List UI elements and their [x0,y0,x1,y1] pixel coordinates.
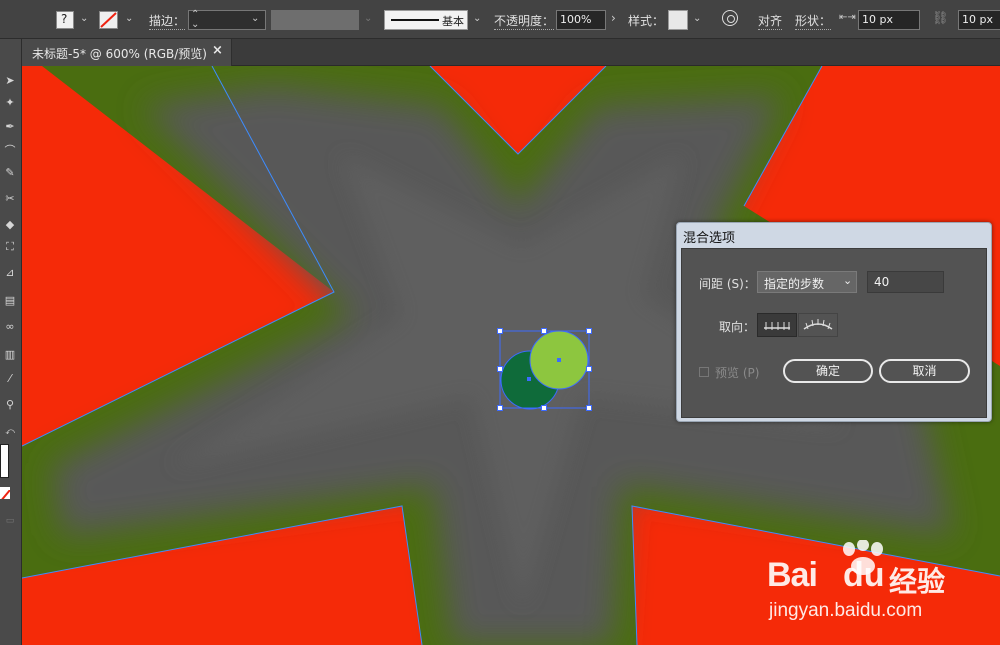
fill-swatch[interactable]: ? [56,11,74,29]
recolor-inner-icon [727,15,735,23]
none-color-icon[interactable] [0,487,10,499]
align-to-page-icon [764,322,790,330]
chevron-down-icon: ⌄ [251,13,260,24]
none-slash-icon [100,12,117,28]
shape-width-field[interactable]: 10 px [858,10,920,30]
style-label: 样式： [628,14,665,28]
chevron-down-icon[interactable]: ⌄ [473,13,481,24]
watermark-url: jingyan.baidu.com [769,600,923,621]
pen-tool-icon[interactable]: ✒ [1,119,19,135]
dialog-body: 间距 (S)： 指定的步数 ⌄ 40 取向： 预览 (P) 确定 取消 [681,248,987,418]
free-transform-tool-icon[interactable]: ⛶ [1,239,19,255]
brand-cn: 经验 [889,565,946,598]
screen-mode-icon[interactable]: ▭ [1,513,19,529]
variable-width-profile[interactable] [271,10,359,30]
chevron-down-icon[interactable]: ⌄ [125,13,133,24]
direct-selection-tool-icon[interactable]: ➤ [1,73,19,89]
spacing-select[interactable]: 指定的步数 ⌄ [757,271,857,293]
chevron-down-icon[interactable]: ⌄ [80,13,88,24]
perspective-tool-icon[interactable]: ⊿ [1,265,19,281]
stepper-icon: ⌃ ⌄ [191,9,200,30]
ok-button[interactable]: 确定 [783,359,873,383]
chevron-down-icon: ⌄ [843,274,853,287]
stroke-weight-field[interactable]: ⌃ ⌄ ⌄ [188,10,266,30]
tools-panel: ➤ ✦ ✒ ⌒ ✎ ✂ ◆ ⛶ ⊿ ▤ ∞ ▥ ⁄ ⚲ ⤺ ▭ [0,39,22,645]
question-icon: ? [61,12,68,26]
align-to-page-button[interactable] [757,313,797,337]
shape-builder-tool-icon[interactable]: ◆ [1,217,19,233]
link-dimensions-icon[interactable]: ⛓ [932,11,949,26]
align-to-path-icon [803,319,833,330]
opacity-field[interactable]: 100% [556,10,606,30]
swap-colors-icon[interactable]: ⤺ [1,424,19,440]
opacity-value: 100% [560,13,592,26]
baidu-watermark: Bai du 经验 jingyan.baidu.com [765,540,995,630]
zoom-tool-icon[interactable]: ⚲ [1,397,19,413]
chevron-right-icon[interactable]: › [611,11,616,25]
orientation-label: 取向： [719,320,756,334]
document-tab-bar: 未标题-5* @ 600% (RGB/预览) × [0,39,1000,66]
cancel-button[interactable]: 取消 [879,359,970,383]
brand-du: du [843,556,885,594]
document-title: 未标题-5* @ 600% (RGB/预览) [32,47,207,61]
steps-value: 40 [874,275,890,289]
recolor-artwork-icon[interactable] [722,10,738,26]
opacity-label: 不透明度： [494,14,555,30]
pencil-tool-icon[interactable]: ✎ [1,165,19,181]
shape-label: 形状： [795,14,832,30]
shape-height-field[interactable]: 10 px [958,10,1000,30]
graph-tool-icon[interactable]: ▥ [1,347,19,363]
fill-color-box[interactable] [0,444,9,478]
graphic-style-swatch[interactable] [668,10,688,30]
chevron-down-icon[interactable]: ⌄ [693,13,701,24]
control-bar: ? ⌄ ⌄ 描边： ⌃ ⌄ ⌄ ⌄ 基本 ⌄ 不透明度： 100% › 样式： ⌄… [0,0,1000,39]
eyedropper-tool-icon[interactable]: ⁄ [1,371,19,387]
blend-tool-icon[interactable]: ∞ [1,319,19,335]
spacing-label: 间距 (S)： [699,277,756,291]
brand-latin: Bai [767,556,818,594]
width-value: 10 px [862,13,893,26]
scissors-tool-icon[interactable]: ✂ [1,191,19,207]
align-to-path-button[interactable] [798,313,838,337]
profile-label: 基本 [442,15,464,28]
close-icon[interactable]: × [212,43,223,58]
height-value: 10 px [962,13,993,26]
stroke-label: 描边： [149,14,186,30]
curvature-tool-icon[interactable]: ⌒ [1,143,19,159]
stroke-swatch[interactable] [99,11,118,29]
width-icon: ⇤⇥ [839,12,856,23]
preview-checkbox[interactable] [699,367,709,377]
magic-wand-tool-icon[interactable]: ✦ [1,95,19,111]
blend-options-dialog: 混合选项 间距 (S)： 指定的步数 ⌄ 40 取向： 预览 (P) 确定 取消 [676,222,992,422]
brush-definition[interactable]: 基本 [384,10,468,30]
steps-input[interactable]: 40 [867,271,944,293]
dialog-title: 混合选项 [683,231,736,246]
preview-label: 预览 (P) [715,366,760,380]
gradient-tool-icon[interactable]: ▤ [1,293,19,309]
chevron-down-icon: ⌄ [364,13,373,24]
brush-line-icon [391,19,439,21]
document-tab[interactable]: 未标题-5* @ 600% (RGB/预览) × [22,39,232,66]
align-label[interactable]: 对齐 [758,12,783,30]
spacing-select-value: 指定的步数 [764,277,825,291]
